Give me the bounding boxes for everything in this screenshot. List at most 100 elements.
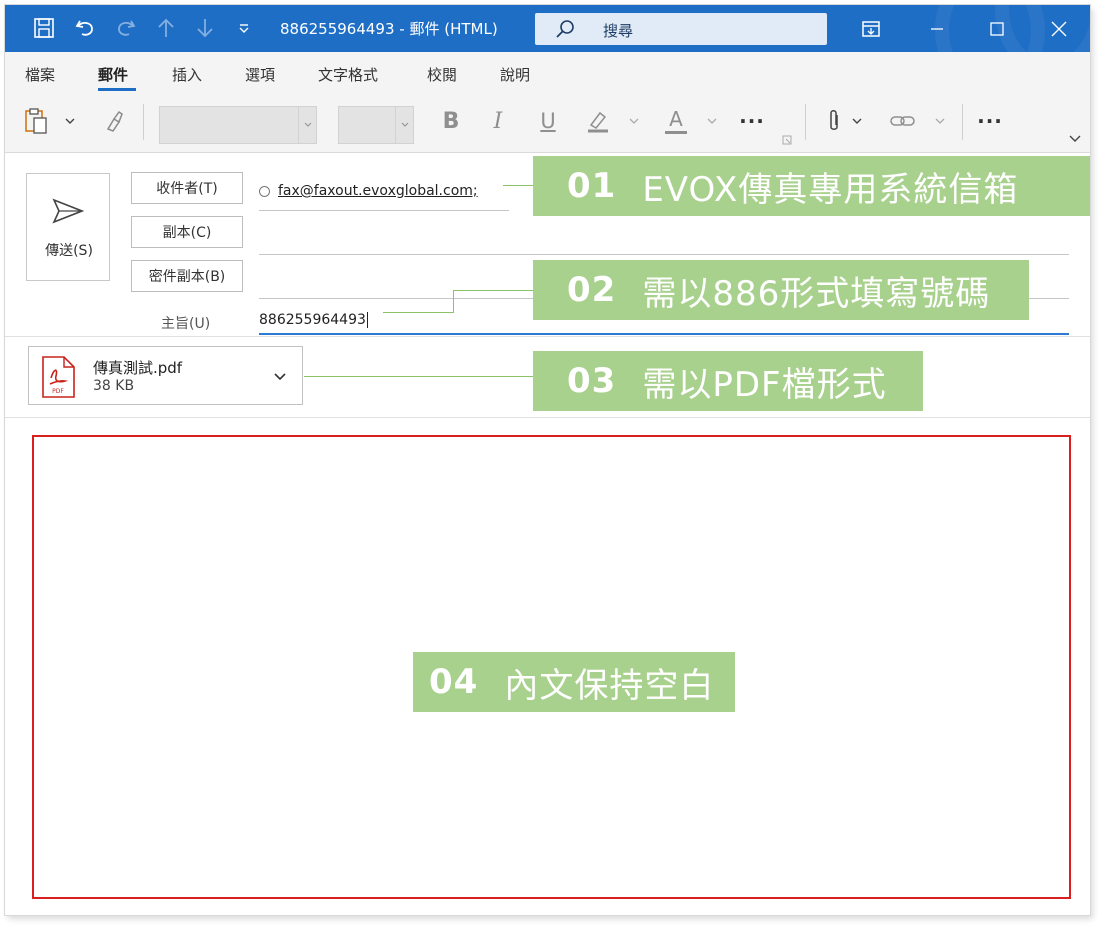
italic-button[interactable]: I bbox=[485, 108, 511, 134]
to-button[interactable]: 收件者(T) bbox=[131, 172, 243, 204]
ribbon-display-icon bbox=[862, 20, 880, 37]
tab-insert[interactable]: 插入 bbox=[172, 64, 202, 85]
callout-01: 01 EVOX傳真專用系統信箱 bbox=[533, 156, 1090, 216]
minimize-icon bbox=[931, 27, 943, 30]
font-name-dropdown[interactable] bbox=[159, 106, 317, 144]
chevron-down-icon bbox=[274, 373, 286, 381]
collapse-ribbon-button[interactable] bbox=[1067, 126, 1083, 152]
callout-04: 04 內文保持空白 bbox=[413, 652, 735, 712]
toolbar-separator bbox=[143, 104, 144, 140]
text-cursor bbox=[366, 312, 368, 328]
tab-file[interactable]: 檔案 bbox=[25, 64, 55, 85]
tab-review[interactable]: 校閱 bbox=[427, 64, 457, 85]
highlight-dropdown[interactable] bbox=[627, 108, 641, 134]
header-divider bbox=[5, 336, 1090, 337]
chevron-down-icon bbox=[1069, 135, 1081, 142]
callout-leader-01 bbox=[503, 185, 533, 186]
message-body-editor[interactable]: 04 內文保持空白 bbox=[32, 435, 1071, 899]
search-icon bbox=[555, 19, 575, 43]
callout-03: 03 需以PDF檔形式 bbox=[533, 351, 923, 411]
arrow-down-icon[interactable] bbox=[192, 15, 218, 41]
callout-02: 02 需以886形式填寫號碼 bbox=[533, 260, 1029, 320]
save-icon[interactable] bbox=[31, 15, 57, 41]
paperclip-icon bbox=[830, 110, 838, 130]
clipboard-icon bbox=[25, 108, 47, 134]
undo-icon[interactable] bbox=[72, 15, 98, 41]
maximize-button[interactable] bbox=[964, 5, 1030, 52]
window-title: 886255964493 - 郵件 (HTML) bbox=[280, 20, 498, 38]
tab-format-text[interactable]: 文字格式 bbox=[318, 64, 378, 85]
attachment-divider bbox=[5, 417, 1090, 418]
callout-leader-02 bbox=[453, 290, 533, 291]
attachment-card[interactable]: PDF 傳真測試.pdf 38 KB bbox=[28, 346, 303, 405]
attach-file-button[interactable] bbox=[823, 108, 845, 134]
chevron-down-icon bbox=[629, 118, 639, 124]
search-box[interactable]: 搜尋 bbox=[535, 13, 827, 45]
dialog-launcher-icon[interactable] bbox=[781, 134, 793, 146]
attachment-options-button[interactable] bbox=[273, 367, 287, 386]
chevron-down-icon bbox=[707, 118, 717, 124]
format-painter-button[interactable] bbox=[97, 108, 127, 134]
send-button[interactable]: 傳送(S) bbox=[26, 173, 110, 281]
chevron-down-icon bbox=[65, 118, 75, 124]
highlight-button[interactable] bbox=[583, 108, 613, 134]
toolbar-separator bbox=[805, 104, 806, 140]
bold-button[interactable]: B bbox=[438, 108, 464, 134]
underline-button[interactable]: U bbox=[535, 108, 561, 134]
subject-text: 886255964493 bbox=[259, 312, 366, 328]
format-painter-icon bbox=[106, 110, 123, 132]
attach-file-dropdown[interactable] bbox=[850, 108, 864, 134]
attachment-size: 38 KB bbox=[93, 378, 135, 394]
to-field[interactable]: fax@faxout.evoxglobal.com; bbox=[259, 183, 478, 199]
subject-input[interactable]: 886255964493 bbox=[259, 312, 368, 328]
font-color-swatch bbox=[665, 130, 687, 134]
tab-help[interactable]: 說明 bbox=[500, 64, 530, 85]
paste-button[interactable] bbox=[21, 108, 51, 134]
tab-options[interactable]: 選項 bbox=[245, 64, 275, 85]
callout-leader-02 bbox=[383, 312, 453, 313]
link-icon bbox=[890, 116, 915, 126]
chevron-down-icon bbox=[852, 118, 862, 124]
link-button[interactable] bbox=[887, 108, 919, 134]
toolbar-separator bbox=[962, 104, 963, 140]
search-placeholder: 搜尋 bbox=[603, 22, 634, 40]
font-size-dropdown[interactable] bbox=[338, 106, 414, 144]
close-button[interactable] bbox=[1026, 5, 1090, 52]
title-bar: 886255964493 - 郵件 (HTML) 搜尋 bbox=[5, 5, 1090, 52]
send-icon bbox=[52, 198, 84, 224]
attachment-name: 傳真測試.pdf bbox=[93, 359, 183, 377]
font-color-dropdown[interactable] bbox=[705, 108, 719, 134]
subject-label: 主旨(U) bbox=[161, 316, 211, 332]
close-icon bbox=[1051, 21, 1067, 36]
more-font-options-button[interactable]: ··· bbox=[735, 108, 769, 134]
ribbon-display-options-button[interactable] bbox=[838, 5, 904, 52]
bcc-button[interactable]: 密件副本(B) bbox=[131, 260, 243, 292]
minimize-button[interactable] bbox=[904, 5, 970, 52]
redo-icon[interactable] bbox=[113, 15, 139, 41]
arrow-up-icon[interactable] bbox=[153, 15, 179, 41]
to-field-underline bbox=[259, 210, 509, 211]
send-label: 傳送(S) bbox=[45, 243, 93, 259]
cc-button[interactable]: 副本(C) bbox=[131, 216, 243, 248]
paste-dropdown[interactable] bbox=[63, 108, 77, 134]
highlighter-icon bbox=[588, 111, 608, 133]
tab-message[interactable]: 郵件 bbox=[98, 64, 128, 85]
recipient-address[interactable]: fax@faxout.evoxglobal.com; bbox=[278, 183, 478, 199]
callout-leader-03 bbox=[304, 376, 533, 377]
chevron-down-icon bbox=[935, 118, 945, 124]
cc-field[interactable] bbox=[259, 254, 1069, 255]
pdf-file-icon: PDF bbox=[40, 356, 76, 402]
subject-field-underline bbox=[259, 333, 1069, 335]
svg-text:PDF: PDF bbox=[52, 388, 64, 395]
maximize-icon bbox=[990, 21, 1004, 36]
active-tab-indicator bbox=[98, 88, 136, 91]
link-dropdown[interactable] bbox=[933, 108, 947, 134]
more-commands-button[interactable]: ··· bbox=[973, 108, 1007, 134]
chevron-down-icon bbox=[395, 107, 413, 143]
presence-icon bbox=[259, 186, 270, 197]
chevron-down-icon bbox=[298, 107, 316, 143]
font-color-button[interactable]: A bbox=[661, 108, 691, 134]
ribbon-tabs: 檔案 郵件 插入 選項 文字格式 校閱 說明 bbox=[5, 52, 1090, 92]
ribbon-toolbar: B I U A ··· ··· bbox=[5, 92, 1090, 153]
customize-toolbar-icon[interactable] bbox=[231, 15, 257, 41]
